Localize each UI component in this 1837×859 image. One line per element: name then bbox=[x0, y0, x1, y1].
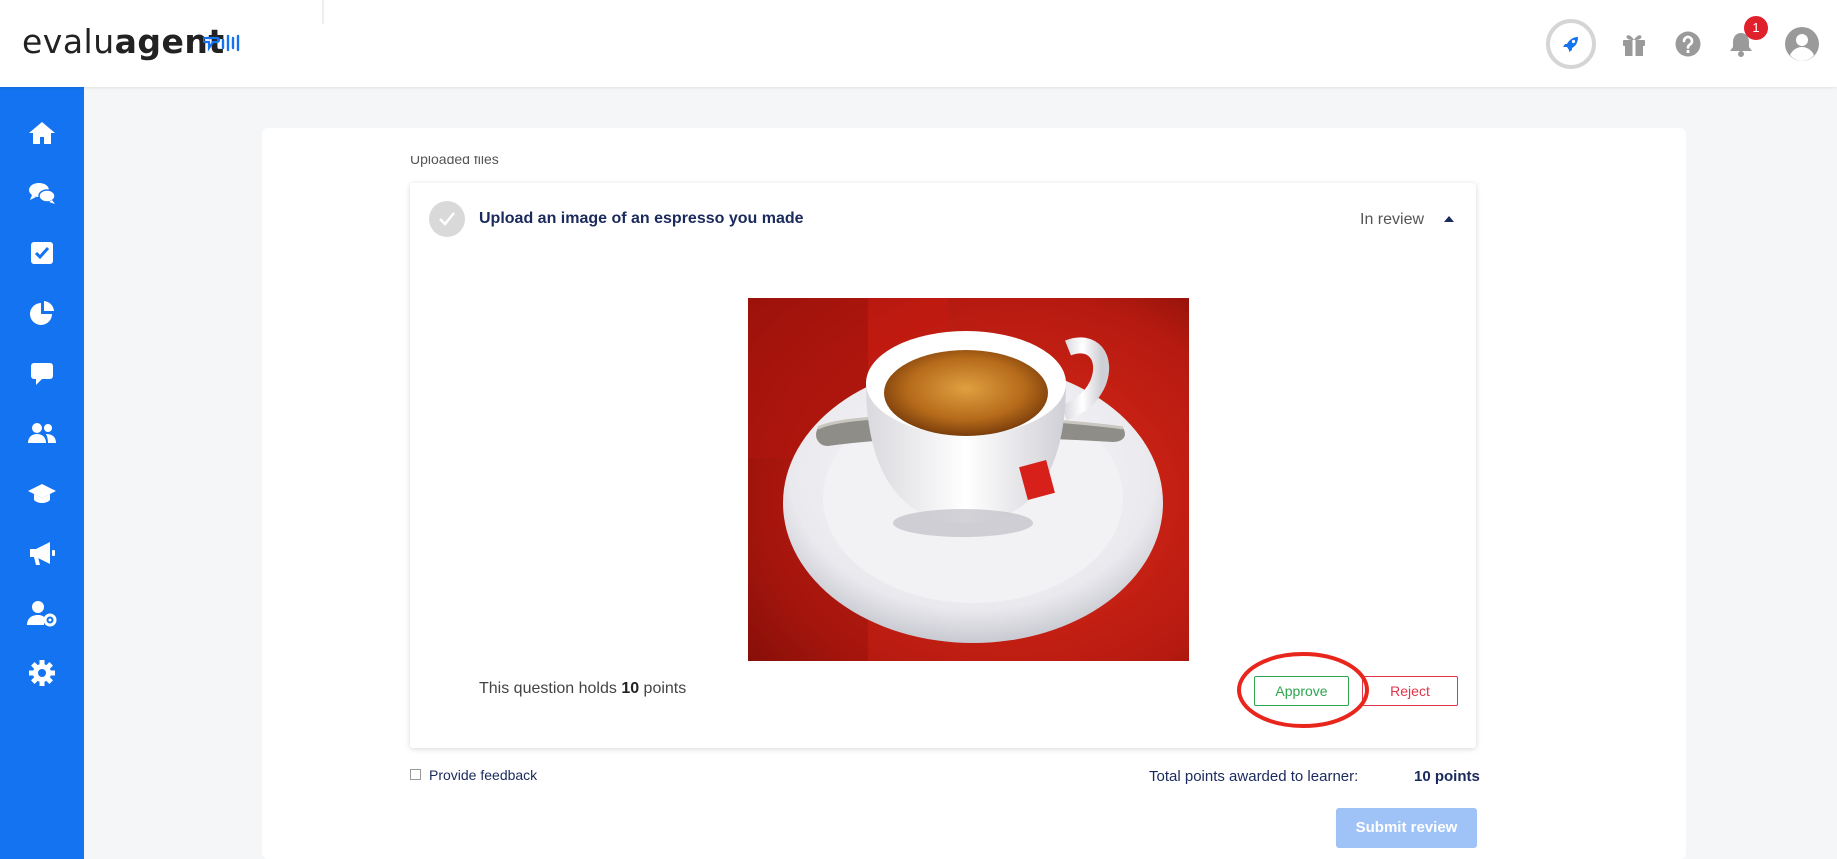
users-icon[interactable] bbox=[26, 417, 58, 449]
total-points-value: 10 points bbox=[1414, 768, 1480, 785]
check-icon bbox=[439, 212, 455, 226]
chevron-up-icon[interactable] bbox=[1443, 214, 1455, 224]
comment-icon[interactable] bbox=[26, 357, 58, 389]
checkbox-icon[interactable] bbox=[26, 237, 58, 269]
megaphone-icon[interactable] bbox=[26, 537, 58, 569]
reject-button[interactable]: Reject bbox=[1362, 676, 1458, 706]
gift-icon[interactable] bbox=[1617, 27, 1651, 61]
annotation-circle bbox=[1237, 652, 1369, 728]
help-icon[interactable] bbox=[1671, 27, 1705, 61]
points-prefix: This question holds bbox=[479, 680, 622, 697]
pie-chart-icon[interactable] bbox=[26, 297, 58, 329]
total-points-label: Total points awarded to learner: bbox=[1149, 768, 1359, 785]
chat-bubbles-icon[interactable] bbox=[26, 177, 58, 209]
app-logo[interactable]: evaluagent bbox=[22, 22, 225, 61]
section-label: Uploaded files bbox=[410, 156, 499, 167]
question-status: In review bbox=[1360, 211, 1425, 228]
espresso-photo bbox=[748, 298, 1189, 661]
logo-text-light: evalu bbox=[22, 22, 115, 61]
header-divider bbox=[322, 0, 324, 24]
notification-badge: 1 bbox=[1744, 16, 1768, 40]
user-avatar-icon[interactable] bbox=[1783, 25, 1821, 63]
question-status-indicator bbox=[429, 201, 465, 237]
uploaded-image[interactable] bbox=[748, 298, 1189, 661]
home-icon[interactable] bbox=[26, 117, 58, 149]
user-cog-icon[interactable] bbox=[26, 597, 58, 629]
gear-icon[interactable] bbox=[26, 657, 58, 689]
rocket-button[interactable] bbox=[1546, 19, 1596, 69]
logo-wave-icon bbox=[203, 34, 240, 52]
graduation-cap-icon[interactable] bbox=[26, 477, 58, 509]
provide-feedback-checkbox[interactable] bbox=[410, 769, 421, 780]
provide-feedback-label[interactable]: Provide feedback bbox=[429, 767, 537, 783]
rocket-icon bbox=[1563, 37, 1578, 52]
question-title[interactable]: Upload an image of an espresso you made bbox=[479, 210, 804, 228]
submit-review-button[interactable]: Submit review bbox=[1336, 808, 1477, 848]
sidebar bbox=[0, 87, 84, 859]
points-suffix: points bbox=[639, 680, 687, 697]
points-value: 10 bbox=[621, 680, 640, 697]
top-header: evaluagent 1 bbox=[0, 0, 1837, 87]
question-points-text: This question holds 10 points bbox=[479, 680, 686, 698]
